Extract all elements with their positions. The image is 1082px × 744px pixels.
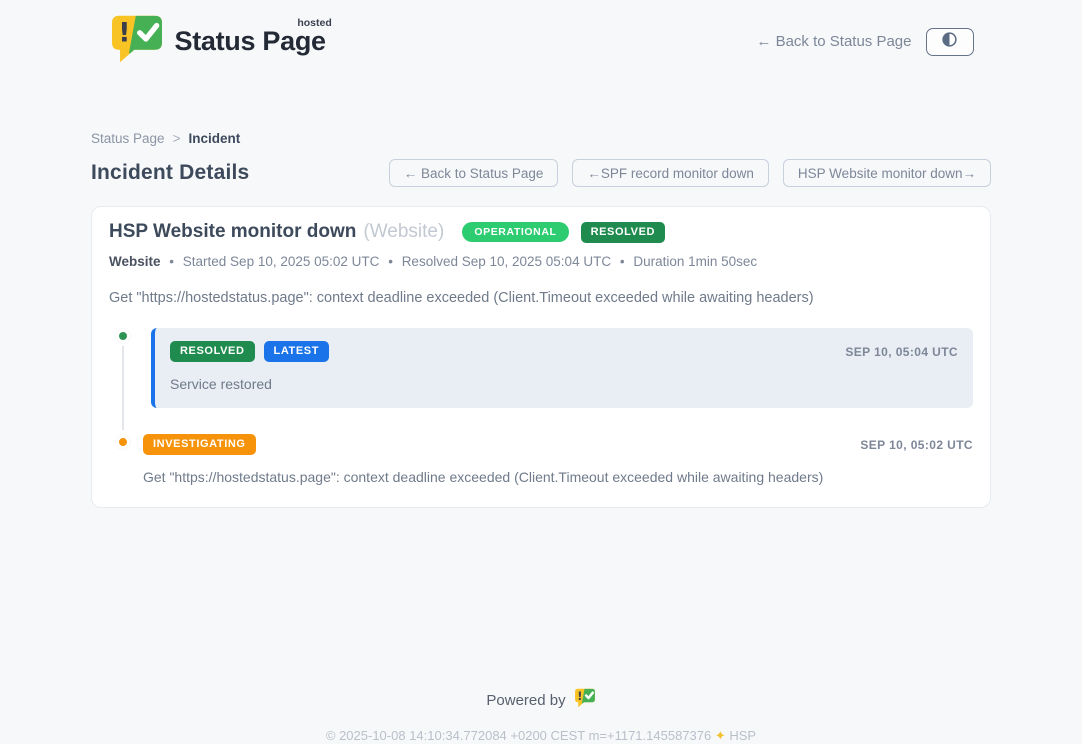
meta-bullet: • — [388, 254, 393, 269]
meta-component: Website — [109, 254, 161, 269]
prev-incident-button[interactable]: ←SPF record monitor down — [572, 159, 769, 187]
meta-bullet: • — [169, 254, 174, 269]
main-content: Status Page > Incident Incident Details … — [91, 131, 991, 508]
timeline-timestamp: SEP 10, 05:02 UTC — [860, 438, 973, 452]
header: ! Status Page hosted ← Back to Status Pa… — [0, 0, 1082, 69]
meta-resolved: Resolved Sep 10, 2025 05:04 UTC — [402, 254, 611, 269]
statuspage-logo-small-icon: ! — [574, 688, 596, 712]
breadcrumb: Status Page > Incident — [91, 131, 991, 146]
half-circle-theme-icon — [941, 31, 958, 53]
header-back-to-status-page-link[interactable]: ← Back to Status Page — [756, 33, 911, 50]
incident-meta: Website • Started Sep 10, 2025 05:02 UTC… — [109, 254, 973, 269]
copyright-suffix: HSP — [729, 728, 756, 743]
incident-card: HSP Website monitor down (Website) OPERA… — [91, 206, 991, 508]
timeline-dot-investigating — [116, 435, 130, 449]
timeline-entry-resolved: RESOLVED LATEST SEP 10, 05:04 UTC Servic… — [109, 328, 973, 408]
footer: Powered by ! © 2025-10-08 14:10:34.77208… — [0, 688, 1082, 744]
breadcrumb-incident: Incident — [188, 131, 240, 146]
incident-title: HSP Website monitor down — [109, 221, 356, 243]
statuspage-logo[interactable]: ! Status Page hosted — [109, 14, 326, 69]
page-title: Incident Details — [91, 161, 249, 185]
timeline-resolved-badge: RESOLVED — [170, 341, 255, 362]
timeline-investigating-badge: INVESTIGATING — [143, 434, 256, 455]
resolved-state-badge: RESOLVED — [581, 222, 666, 243]
timeline-dot-resolved — [116, 329, 130, 343]
sparkles-icon: ✦ — [715, 728, 726, 743]
powered-by-link[interactable]: Powered by ! — [486, 688, 595, 712]
incident-timeline: RESOLVED LATEST SEP 10, 05:04 UTC Servic… — [109, 328, 973, 485]
timeline-latest-update-box: RESOLVED LATEST SEP 10, 05:04 UTC Servic… — [151, 328, 973, 408]
timeline-latest-badge: LATEST — [264, 341, 330, 362]
incident-description: Get "https://hostedstatus.page": context… — [109, 290, 973, 306]
powered-by-label: Powered by — [486, 692, 565, 709]
copyright-text: © 2025-10-08 14:10:34.772084 +0200 CEST … — [326, 728, 711, 743]
timeline-timestamp: SEP 10, 05:04 UTC — [845, 345, 958, 359]
copyright-line: © 2025-10-08 14:10:34.772084 +0200 CEST … — [0, 728, 1082, 744]
breadcrumb-separator: > — [173, 131, 181, 146]
back-to-status-page-button[interactable]: ← Back to Status Page — [389, 159, 559, 187]
incident-component-label: (Website) — [363, 221, 444, 243]
timeline-entry-investigating: INVESTIGATING SEP 10, 05:02 UTC Get "htt… — [109, 434, 973, 485]
meta-started: Started Sep 10, 2025 05:02 UTC — [183, 254, 380, 269]
meta-bullet: • — [620, 254, 625, 269]
theme-toggle-button[interactable] — [926, 28, 974, 56]
next-incident-button[interactable]: HSP Website monitor down→ — [783, 159, 991, 187]
svg-text:!: ! — [118, 18, 130, 49]
brand-name: Status Page — [175, 26, 326, 56]
timeline-message: Get "https://hostedstatus.page": context… — [143, 469, 973, 485]
breadcrumb-status-page-link[interactable]: Status Page — [91, 131, 165, 146]
meta-duration: Duration 1min 50sec — [633, 254, 757, 269]
incident-nav-buttons: ← Back to Status Page ←SPF record monito… — [389, 159, 991, 187]
svg-text:!: ! — [577, 689, 582, 703]
timeline-message: Service restored — [170, 376, 958, 392]
brand-hosted-label: hosted — [297, 17, 331, 29]
operational-status-badge: OPERATIONAL — [462, 222, 568, 243]
statuspage-logo-icon: ! — [109, 14, 165, 69]
timeline-connector-line — [122, 346, 124, 430]
